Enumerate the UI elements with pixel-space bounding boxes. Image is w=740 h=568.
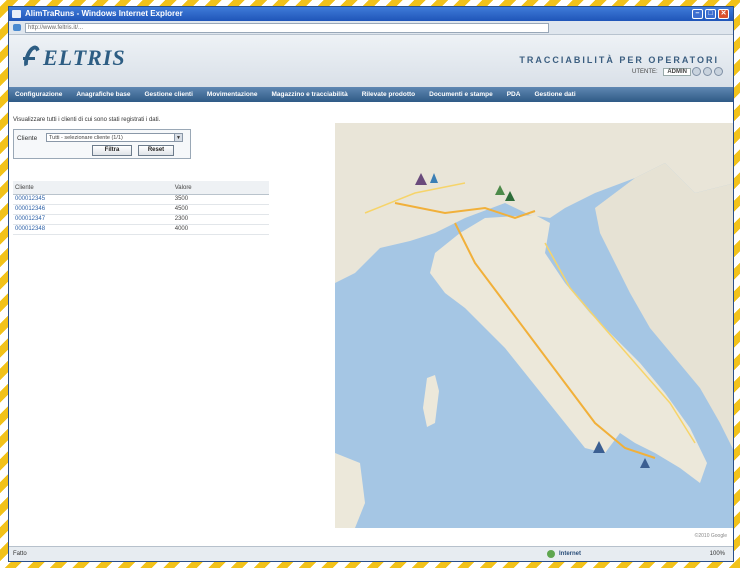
value-cell: 4500 bbox=[172, 204, 269, 215]
table-row[interactable]: 000012345 3500 bbox=[13, 194, 269, 205]
reset-button[interactable]: Reset bbox=[138, 145, 174, 156]
italy-map[interactable] bbox=[335, 123, 734, 528]
internet-zone-icon bbox=[547, 550, 555, 558]
zone-text: Internet bbox=[559, 551, 582, 557]
app-header: ELTRIS TRACCIABILITÀ PER OPERATORI UTENT… bbox=[9, 35, 733, 87]
address-bar: http://www.feltris.it/... bbox=[9, 21, 733, 35]
status-text: Fatto bbox=[13, 551, 27, 557]
nav-item-dati[interactable]: Gestione dati bbox=[534, 87, 575, 102]
value-cell: 4000 bbox=[172, 224, 269, 235]
map-view[interactable] bbox=[335, 123, 734, 528]
nav-item-configurazione[interactable]: Configurazione bbox=[15, 87, 62, 102]
table-row[interactable]: 000012348 4000 bbox=[13, 224, 269, 235]
user-label: UTENTE: bbox=[631, 69, 658, 75]
title-bar: AlimTraRuns - Windows Internet Explorer … bbox=[9, 7, 733, 21]
client-cell[interactable]: 000012348 bbox=[13, 224, 173, 235]
status-bar: Fatto Internet 100% bbox=[9, 546, 733, 561]
nav-item-anagrafiche[interactable]: Anagrafiche base bbox=[76, 87, 130, 102]
intro-text: Visualizzare tutti i clienti di cui sono… bbox=[13, 117, 161, 123]
main-content: Visualizzare tutti i clienti di cui sono… bbox=[9, 103, 733, 549]
column-header-client[interactable]: Cliente bbox=[13, 181, 173, 195]
zoom-level[interactable]: 100% bbox=[710, 547, 725, 561]
table-row[interactable]: 000012347 2300 bbox=[13, 214, 269, 225]
value-cell: 2300 bbox=[172, 214, 269, 225]
client-label: Cliente bbox=[17, 135, 38, 142]
value-cell: 3500 bbox=[172, 194, 269, 205]
main-nav: Configurazione Anagrafiche base Gestione… bbox=[9, 87, 733, 102]
window-title: AlimTraRuns - Windows Internet Explorer bbox=[25, 9, 183, 18]
map-copyright: ©2010 Google bbox=[694, 533, 727, 539]
help-icon[interactable] bbox=[692, 67, 701, 76]
close-button[interactable]: ✕ bbox=[718, 9, 729, 19]
client-cell[interactable]: 000012346 bbox=[13, 204, 173, 215]
brand-name: ELTRIS bbox=[43, 45, 126, 70]
user-name: ADMIN bbox=[663, 68, 691, 76]
table-row[interactable]: 000012346 4500 bbox=[13, 204, 269, 215]
results-table: Cliente Valore 000012345 3500 000012346 … bbox=[13, 181, 269, 235]
minimize-button[interactable]: – bbox=[692, 9, 703, 19]
browser-window: AlimTraRuns - Windows Internet Explorer … bbox=[8, 6, 734, 562]
maximize-button[interactable]: □ bbox=[705, 9, 716, 19]
column-header-value[interactable]: Valore bbox=[172, 181, 269, 195]
nav-item-documenti[interactable]: Documenti e stampe bbox=[429, 87, 493, 102]
logo-mark-icon bbox=[21, 45, 43, 71]
table-header-row: Cliente Valore bbox=[13, 181, 269, 195]
ie-icon bbox=[12, 10, 21, 18]
logo: ELTRIS bbox=[21, 45, 126, 71]
user-info: UTENTE: ADMIN bbox=[631, 68, 691, 76]
client-cell[interactable]: 000012347 bbox=[13, 214, 173, 225]
back-icon[interactable] bbox=[13, 24, 21, 31]
client-select[interactable]: Tutti - selezionare cliente (1/1) bbox=[46, 133, 176, 142]
nav-item-clienti[interactable]: Gestione clienti bbox=[145, 87, 193, 102]
chevron-down-icon[interactable]: ▼ bbox=[174, 133, 183, 142]
home-icon[interactable] bbox=[703, 67, 712, 76]
nav-item-movimentazione[interactable]: Movimentazione bbox=[207, 87, 258, 102]
window-controls: – □ ✕ bbox=[692, 9, 729, 19]
tagline: TRACCIABILITÀ PER OPERATORI bbox=[519, 55, 719, 65]
nav-item-pda[interactable]: PDA bbox=[507, 87, 521, 102]
nav-item-magazzino[interactable]: Magazzino e tracciabilità bbox=[271, 87, 347, 102]
logout-icon[interactable] bbox=[714, 67, 723, 76]
filter-panel: Cliente Tutti - selezionare cliente (1/1… bbox=[13, 129, 191, 159]
nav-item-prodotto[interactable]: Rilevate prodotto bbox=[362, 87, 415, 102]
client-cell[interactable]: 000012345 bbox=[13, 194, 173, 205]
filter-button[interactable]: Filtra bbox=[92, 145, 132, 156]
header-actions bbox=[692, 67, 723, 76]
url-input[interactable]: http://www.feltris.it/... bbox=[25, 23, 549, 33]
